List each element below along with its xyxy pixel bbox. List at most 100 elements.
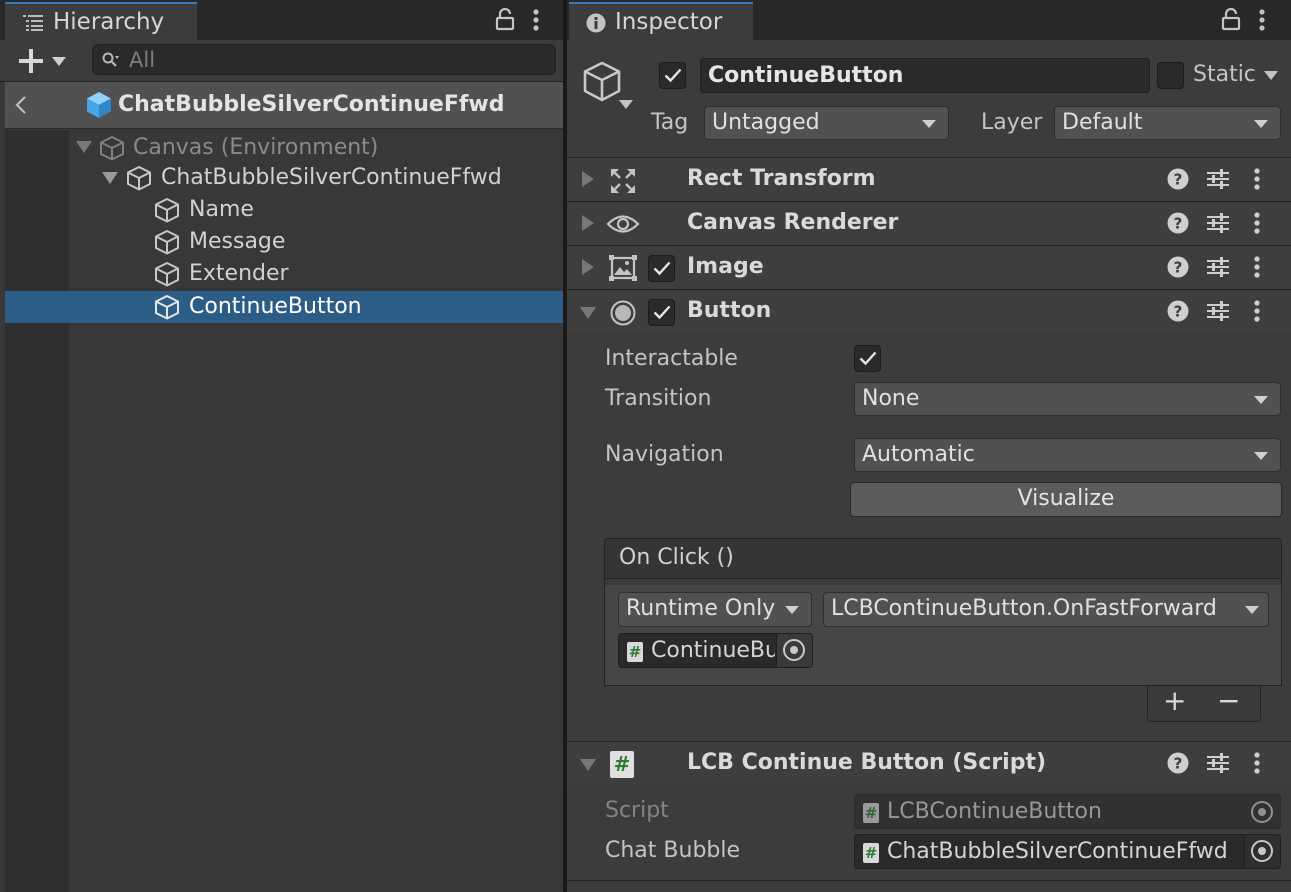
layer-label: Layer [981, 110, 1043, 135]
more-options-icon[interactable] [533, 9, 539, 31]
tag-label: Tag [651, 110, 689, 135]
search-input[interactable] [129, 45, 549, 74]
expand-arrow-icon[interactable] [76, 141, 92, 153]
transition-value: None [862, 386, 920, 411]
component-title: LCB Continue Button (Script) [687, 750, 1047, 775]
foldout-arrow-icon[interactable] [582, 215, 594, 231]
component-header-icons: ? [1167, 752, 1277, 778]
chevron-down-icon [785, 606, 799, 614]
component-lcb-continue-button[interactable]: # LCB Continue Button (Script) ? [567, 741, 1291, 785]
component-button[interactable]: Button ? [567, 289, 1291, 333]
help-icon[interactable]: ? [1167, 256, 1189, 278]
more-options-icon[interactable] [1254, 168, 1260, 190]
visualize-button[interactable]: Visualize [850, 482, 1282, 517]
more-options-icon[interactable] [1254, 256, 1260, 278]
gameobject-cube-icon [99, 135, 125, 161]
inspector-tab[interactable]: Inspector [569, 2, 753, 40]
static-checkbox[interactable] [1157, 62, 1184, 89]
hierarchy-tab-label: Hierarchy [53, 9, 165, 35]
lock-icon[interactable] [495, 7, 515, 31]
expand-arrow-icon[interactable] [102, 172, 118, 184]
chevron-down-icon[interactable] [619, 100, 633, 109]
interactable-label: Interactable [605, 346, 738, 371]
object-picker-button[interactable] [776, 634, 812, 667]
tree-item-message[interactable]: Message [5, 226, 563, 258]
remove-event-button[interactable]: − [1217, 684, 1240, 717]
object-name-text: ContinueButton [708, 63, 904, 88]
tree-item-chatbubble[interactable]: ChatBubbleSilverContinueFfwd [5, 162, 563, 194]
search-box[interactable] [92, 44, 556, 75]
hierarchy-tab-bar: Hierarchy [0, 0, 563, 40]
runtime-mode-value: Runtime Only [626, 596, 776, 621]
object-picker-button[interactable] [1244, 835, 1280, 868]
chat-bubble-field[interactable]: # ChatBubbleSilverContinueFfwd [854, 834, 1281, 869]
tree-item-continuebutton[interactable]: ContinueButton [5, 291, 563, 323]
gameobject-cube-icon [154, 197, 180, 223]
object-name-field[interactable]: ContinueButton [700, 58, 1150, 93]
add-event-button[interactable]: + [1163, 684, 1186, 717]
help-icon[interactable]: ? [1167, 752, 1189, 774]
preset-sliders-icon[interactable] [1207, 213, 1229, 233]
svg-text:?: ? [1174, 303, 1183, 321]
component-title: Image [687, 254, 764, 279]
more-options-icon[interactable] [1254, 300, 1260, 322]
foldout-arrow-icon[interactable] [580, 307, 596, 319]
tree-item-extender[interactable]: Extender [5, 258, 563, 290]
foldout-arrow-icon[interactable] [582, 171, 594, 187]
transition-dropdown[interactable]: None [854, 382, 1281, 416]
button-component-icon [610, 300, 636, 326]
back-chevron-icon[interactable] [15, 95, 27, 115]
more-options-icon[interactable] [1254, 752, 1260, 774]
target-object-value: ContinueButton [651, 638, 775, 663]
gameobject-cube-icon [154, 261, 180, 287]
component-title: Button [687, 298, 772, 323]
svg-text:?: ? [1174, 215, 1183, 233]
add-icon[interactable] [18, 48, 44, 74]
preset-sliders-icon[interactable] [1207, 257, 1229, 277]
inspector-tab-label: Inspector [615, 9, 723, 35]
hierarchy-panel: Hierarchy ChatBubbleSilverContinueF [0, 0, 563, 892]
layer-dropdown[interactable]: Default [1054, 106, 1281, 140]
runtime-mode-dropdown[interactable]: Runtime Only [618, 592, 812, 627]
preset-sliders-icon[interactable] [1207, 169, 1229, 189]
list-icon [23, 15, 43, 31]
component-image[interactable]: Image ? [567, 245, 1291, 289]
help-icon[interactable]: ? [1167, 168, 1189, 190]
component-header-icons: ? [1167, 300, 1277, 326]
interactable-checkbox[interactable] [854, 345, 881, 372]
lock-icon[interactable] [1221, 7, 1241, 31]
svg-text:?: ? [1174, 171, 1183, 189]
navigation-label: Navigation [605, 442, 724, 467]
tag-dropdown[interactable]: Untagged [704, 106, 949, 140]
tree-item-canvas[interactable]: Canvas (Environment) [5, 132, 563, 164]
component-enabled-checkbox[interactable] [648, 255, 675, 282]
prefab-title: ChatBubbleSilverContinueFfwd [118, 92, 505, 117]
rect-transform-icon [609, 167, 637, 195]
tree-item-label: Canvas (Environment) [133, 135, 379, 160]
foldout-arrow-icon[interactable] [582, 259, 594, 275]
svg-text:?: ? [1174, 259, 1183, 277]
component-enabled-checkbox[interactable] [648, 299, 675, 326]
tree-item-label: Message [189, 229, 286, 254]
hierarchy-tab[interactable]: Hierarchy [5, 2, 197, 40]
chevron-down-icon[interactable] [1264, 71, 1278, 80]
script-label: Script [605, 798, 669, 823]
active-checkbox[interactable] [659, 62, 686, 89]
foldout-arrow-icon[interactable] [580, 759, 596, 771]
chevron-down-icon [922, 120, 936, 128]
tree-item-name[interactable]: Name [5, 194, 563, 226]
script-hash-icon: # [627, 642, 643, 662]
help-icon[interactable]: ? [1167, 212, 1189, 234]
function-dropdown[interactable]: LCBContinueButton.OnFastForward [823, 592, 1269, 627]
target-object-field[interactable]: # ContinueButton [618, 633, 813, 668]
help-icon[interactable]: ? [1167, 300, 1189, 322]
navigation-dropdown[interactable]: Automatic [854, 438, 1281, 472]
preset-sliders-icon[interactable] [1207, 301, 1229, 321]
more-options-icon[interactable] [1254, 212, 1260, 234]
preset-sliders-icon[interactable] [1207, 753, 1229, 773]
function-value: LCBContinueButton.OnFastForward [831, 596, 1217, 621]
component-rect-transform[interactable]: Rect Transform ? [567, 157, 1291, 201]
component-canvas-renderer[interactable]: Canvas Renderer ? [567, 201, 1291, 245]
chevron-down-icon[interactable] [52, 57, 66, 66]
more-options-icon[interactable] [1259, 9, 1265, 31]
